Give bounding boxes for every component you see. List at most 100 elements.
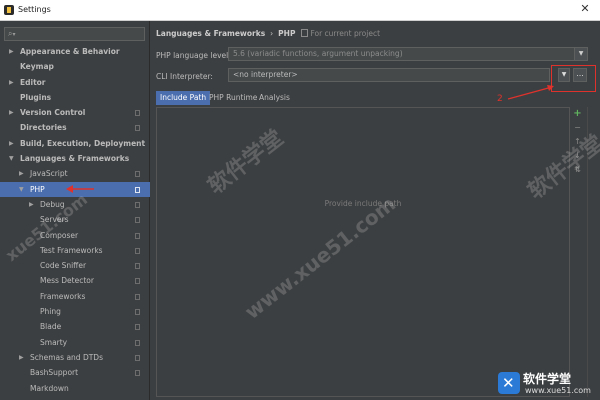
sidebar-item[interactable]: ▶ Schemas and DTDs: [0, 350, 150, 365]
move-up-icon[interactable]: ↑: [571, 135, 584, 149]
sidebar-item-label: Servers: [40, 215, 69, 225]
project-settings-icon: [135, 370, 140, 377]
sidebar-item[interactable]: Smarty: [0, 335, 150, 350]
sidebar-item-label: Frameworks: [40, 291, 86, 301]
project-settings-icon: [135, 263, 140, 270]
search-icon: ⌕: [8, 29, 16, 39]
sidebar-item-label: Keymap: [20, 62, 54, 72]
include-path-empty-text: Provide include path: [324, 199, 402, 208]
sidebar-item-label: JavaScript: [30, 169, 68, 179]
sidebar-item[interactable]: Plugins: [0, 90, 150, 105]
sidebar-item[interactable]: Directories: [0, 120, 150, 135]
project-settings-icon: [135, 354, 140, 361]
include-path-panel: Provide include path: [156, 107, 570, 397]
project-settings-icon: [135, 293, 140, 300]
sidebar-item-label: Code Sniffer: [40, 261, 87, 271]
project-settings-icon: [135, 125, 140, 132]
collapsed-arrow-icon[interactable]: ▶: [9, 44, 14, 59]
php-level-value: 5.6 (variadic functions, argument unpack…: [233, 49, 403, 58]
search-input[interactable]: ⌕: [4, 27, 145, 41]
sidebar-item-label: Markdown: [30, 383, 69, 393]
add-icon[interactable]: +: [571, 107, 584, 121]
expanded-arrow-icon[interactable]: ▼: [9, 151, 14, 166]
sidebar-item-label: Version Control: [20, 108, 86, 118]
breadcrumb-note: For current project: [310, 29, 381, 38]
breadcrumb: Languages & Frameworks › PHP For current pr…: [156, 29, 381, 38]
move-down-icon[interactable]: ↓: [571, 149, 584, 163]
settings-tree: ▶ Appearance & Behavior Keymap ▶ Editor Plugi…: [0, 44, 150, 396]
project-settings-icon: [135, 186, 140, 193]
php-annotation-arrow-icon: [66, 185, 94, 193]
sidebar-item-label: Test Frameworks: [40, 245, 103, 255]
project-settings-icon: [135, 247, 140, 254]
sidebar-item[interactable]: Mess Detector: [0, 273, 150, 288]
sidebar-item[interactable]: Servers: [0, 212, 150, 227]
tab-include-path[interactable]: Include Path: [156, 91, 211, 105]
sidebar-item[interactable]: ▶ Appearance & Behavior: [0, 44, 150, 59]
cli-interpreter-select[interactable]: <no interpreter>: [228, 68, 550, 82]
include-path-scrollbar[interactable]: [587, 107, 596, 397]
chevron-down-icon: ▼: [574, 48, 587, 60]
sidebar-item-label: Plugins: [20, 92, 52, 102]
close-button[interactable]: ✕: [578, 2, 592, 16]
brand-url: www.xue51.com: [525, 386, 591, 395]
brand-logo: 软件学堂 www.xue51.com: [498, 370, 598, 399]
cli-interpreter-label: CLI Interpreter:: [156, 72, 213, 81]
sidebar-item[interactable]: ▶ Debug: [0, 197, 150, 212]
project-settings-icon: [135, 324, 140, 331]
sidebar-item[interactable]: ▼ Languages & Frameworks: [0, 151, 150, 166]
tab-analysis[interactable]: Analysis: [255, 91, 294, 105]
settings-sidebar: ⌕ ▶ Appearance & Behavior Keymap ▶ Editor Plu…: [0, 21, 150, 400]
breadcrumb-page: PHP: [278, 29, 296, 38]
sidebar-item-label: Smarty: [40, 337, 68, 347]
brand-mark-icon: [498, 372, 520, 394]
collapsed-arrow-icon[interactable]: ▶: [19, 350, 24, 365]
brand-name: 软件学堂: [523, 372, 572, 386]
project-settings-icon: [135, 309, 140, 316]
collapsed-arrow-icon[interactable]: ▶: [29, 197, 34, 212]
tab-php-runtime[interactable]: PHP Runtime: [205, 91, 261, 105]
sidebar-item-label: Composer: [40, 230, 79, 240]
expanded-arrow-icon[interactable]: ▼: [19, 182, 24, 197]
settings-content: Languages & Frameworks › PHP For current pr…: [151, 21, 600, 400]
project-icon: [301, 29, 309, 37]
sidebar-item[interactable]: Phing: [0, 304, 150, 319]
sidebar-item[interactable]: Test Frameworks: [0, 243, 150, 258]
project-settings-icon: [135, 232, 140, 239]
sidebar-item-label: Schemas and DTDs: [30, 352, 103, 362]
sidebar-item[interactable]: ▶ JavaScript: [0, 166, 150, 181]
sort-icon[interactable]: ⇅: [571, 163, 584, 177]
collapsed-arrow-icon[interactable]: ▶: [9, 105, 14, 120]
sidebar-item-label: PHP: [30, 184, 45, 194]
sidebar-item[interactable]: Composer: [0, 228, 150, 243]
sidebar-item[interactable]: Keymap: [0, 59, 150, 74]
project-settings-icon: [135, 217, 140, 224]
project-settings-icon: [135, 110, 140, 117]
annotation-step-number: 2: [497, 94, 503, 104]
php-level-select[interactable]: 5.6 (variadic functions, argument unpack…: [228, 47, 588, 61]
sidebar-item[interactable]: BashSupport: [0, 365, 150, 380]
cli-interpreter-value: <no interpreter>: [233, 70, 298, 79]
app-icon: [4, 5, 14, 15]
collapsed-arrow-icon[interactable]: ▶: [9, 136, 14, 151]
sidebar-item[interactable]: ▶ Editor: [0, 75, 150, 90]
remove-icon[interactable]: −: [571, 121, 584, 135]
sidebar-item-label: Mess Detector: [40, 276, 94, 286]
sidebar-item-label: Languages & Frameworks: [20, 154, 130, 164]
project-settings-icon: [135, 278, 140, 285]
collapsed-arrow-icon[interactable]: ▶: [19, 166, 24, 181]
sidebar-item[interactable]: Frameworks: [0, 289, 150, 304]
php-level-label: PHP language level:: [156, 51, 231, 60]
sidebar-item[interactable]: Blade: [0, 319, 150, 334]
sidebar-item-label: Appearance & Behavior: [20, 47, 120, 56]
include-path-toolbar: + − ↑ ↓ ⇅: [571, 107, 584, 177]
collapsed-arrow-icon[interactable]: ▶: [9, 75, 14, 90]
sidebar-item[interactable]: Markdown: [0, 381, 150, 396]
sidebar-item[interactable]: Code Sniffer: [0, 258, 150, 273]
sidebar-item-label: Phing: [40, 307, 61, 317]
sidebar-item[interactable]: ▶ Version Control: [0, 105, 150, 120]
project-settings-icon: [135, 201, 140, 208]
sidebar-item-label: Editor: [20, 77, 46, 87]
sidebar-item[interactable]: ▶ Build, Execution, Deployment: [0, 136, 150, 151]
title-bar: Settings ✕: [0, 0, 600, 21]
